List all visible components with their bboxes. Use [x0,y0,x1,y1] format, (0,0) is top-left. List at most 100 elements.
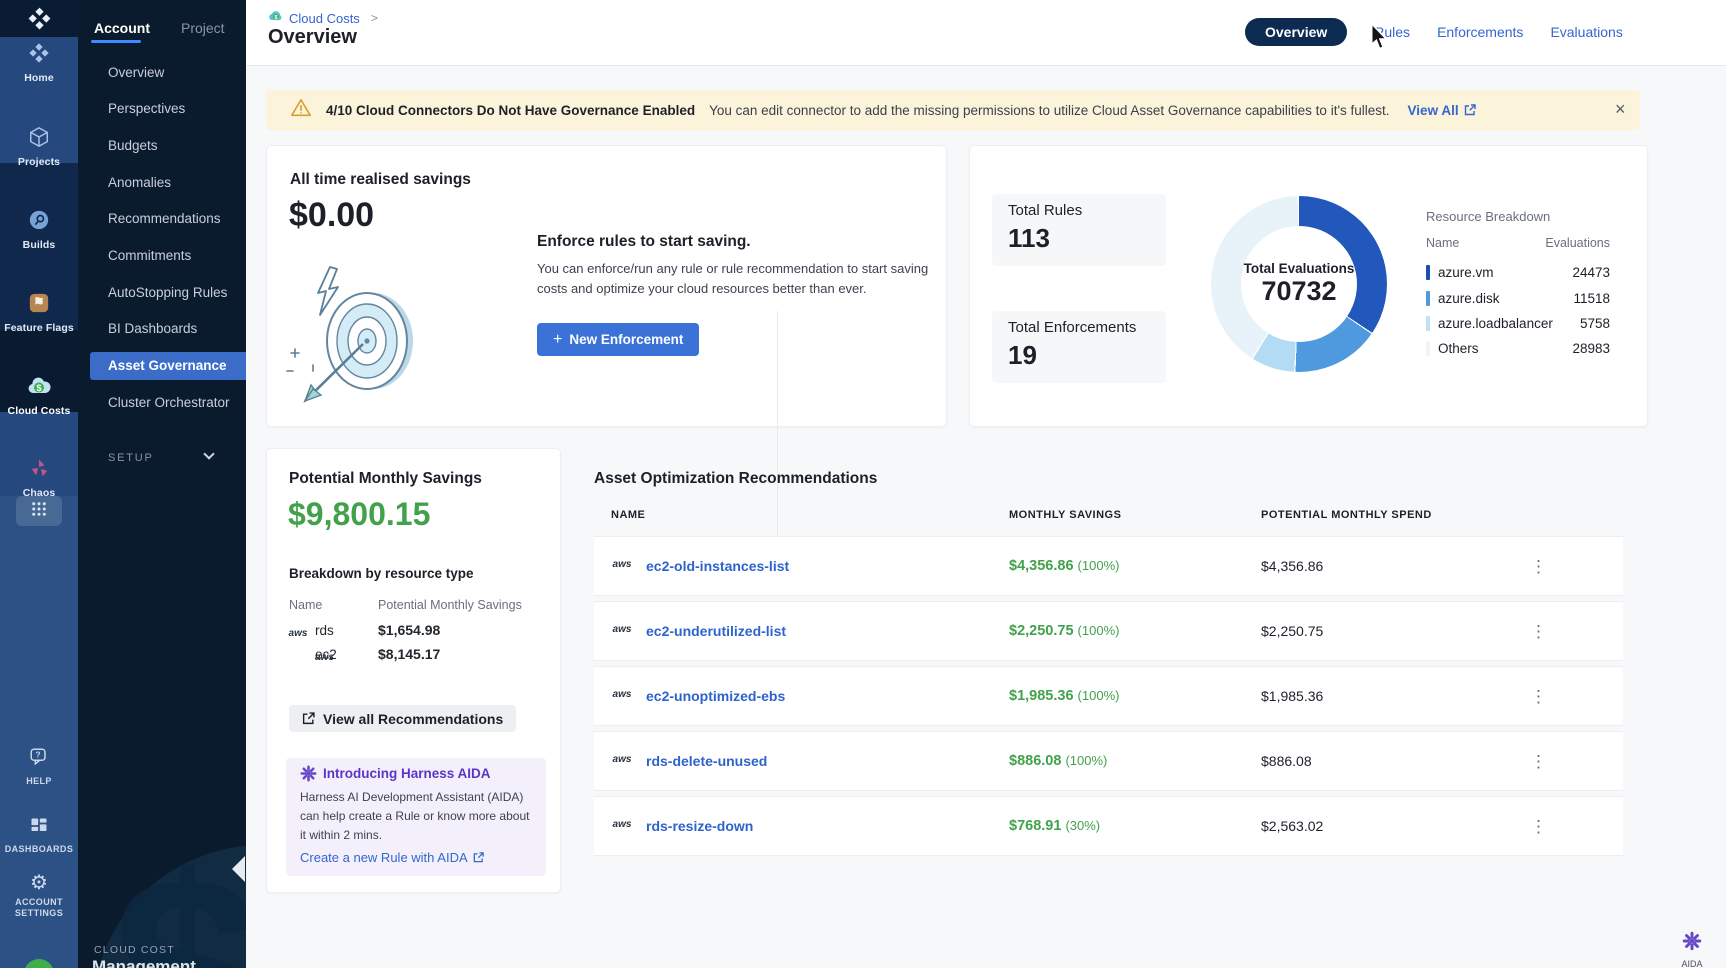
rail-item-help[interactable]: ? HELP [0,746,78,786]
external-link-icon [1464,104,1476,116]
sidebar-item-cluster-orchestrator[interactable]: Cluster Orchestrator [78,389,246,417]
sidebar-item-recommendations[interactable]: Recommendations [78,205,246,233]
tab-rules[interactable]: Rules [1374,24,1410,40]
recommendation-row[interactable]: aws rds-resize-down $768.91 (30%) $2,563… [594,796,1623,856]
breadcrumb-separator: > [371,11,378,25]
svg-text:$: $ [36,383,42,394]
aws-icon: aws [287,628,309,639]
gear-icon: ⚙ [0,873,78,893]
recommendation-row[interactable]: aws rds-delete-unused $886.08 (100%) $88… [594,731,1623,791]
recommendation-row[interactable]: aws ec2-underutilized-list $2,250.75 (10… [594,601,1623,661]
recommendation-savings-pct: (100%) [1078,688,1120,703]
sidebar-collapse-handle[interactable] [232,856,245,882]
donut-center-value: 70732 [1261,276,1336,307]
cta-title: Enforce rules to start saving. [537,233,751,251]
recommendation-row[interactable]: aws ec2-unoptimized-ebs $1,985.36 (100%)… [594,666,1623,726]
create-rule-with-aida-link[interactable]: Create a new Rule with AIDA [300,850,484,865]
recommendation-spend: $4,356.86 [1261,558,1323,574]
recommendation-name-link[interactable]: rds-resize-down [646,818,753,834]
rail-item-label: HELP [0,776,78,786]
sidebar-item-asset-governance[interactable]: Asset Governance [90,352,246,380]
recommendation-spend: $2,563.02 [1261,818,1323,834]
rail-item-home[interactable]: Home [0,42,78,84]
app-window: Home Projects Builds Feature Flags $ Clo… [0,0,1726,968]
banner-view-all-link[interactable]: View All [1408,103,1476,118]
banner-body: You can edit connector to add the missin… [709,103,1389,118]
rail-item-cloud-costs[interactable]: $ Cloud Costs [0,375,78,417]
breakdown-name: azure.vm [1438,265,1494,280]
tab-project[interactable]: Project [181,20,225,36]
close-icon[interactable]: × [1615,100,1626,118]
sidebar-item-budgets[interactable]: Budgets [78,132,246,160]
help-chat-icon: ? [28,755,50,772]
rail-item-builds[interactable]: Builds [0,209,78,251]
kebab-menu-icon[interactable]: ⋮ [1530,556,1547,578]
new-enforcement-button[interactable]: + New Enforcement [537,323,699,356]
breadcrumb: $ Cloud Costs > [268,9,378,27]
breakdown-row: azure.vm [1426,265,1494,280]
kebab-menu-icon[interactable]: ⋮ [1530,621,1547,643]
series-color-swatch [1426,291,1430,306]
builds-icon [28,218,50,235]
tab-account[interactable]: Account [94,20,150,36]
recommendation-name-link[interactable]: rds-delete-unused [646,753,767,769]
aws-icon: aws [611,624,633,635]
breakdown-name: azure.disk [1438,291,1500,306]
recommendation-row[interactable]: aws ec2-old-instances-list $4,356.86 (10… [594,536,1623,596]
aws-icon: aws [611,819,633,830]
sidebar-item-commitments[interactable]: Commitments [78,242,246,270]
resource-breakdown-title: Resource Breakdown [1426,209,1550,224]
tab-overview[interactable]: Overview [1245,18,1347,46]
kebab-menu-icon[interactable]: ⋮ [1530,751,1547,773]
sidebar-item-perspectives[interactable]: Perspectives [78,95,246,123]
breakdown-value: 24473 [1530,265,1610,280]
harness-logo-icon[interactable] [0,6,78,36]
recommendations-title: Asset Optimization Recommendations [594,470,877,488]
flag-icon [28,301,50,318]
recommendation-savings-pct: (30%) [1065,818,1100,833]
rail-item-chaos[interactable]: Chaos [0,457,78,499]
user-avatar[interactable]: AM [24,959,54,968]
recommendation-savings-pct: (100%) [1078,558,1120,573]
kebab-menu-icon[interactable]: ⋮ [1530,686,1547,708]
rail-item-feature-flags[interactable]: Feature Flags [0,292,78,334]
recommendation-name-link[interactable]: ec2-unoptimized-ebs [646,688,785,704]
aws-icon: aws [611,754,633,765]
new-enforcement-label: New Enforcement [569,332,683,347]
breakdown-row: Others [1426,341,1479,356]
module-picker-button[interactable] [16,496,62,526]
recommendation-savings: $4,356.86 [1009,558,1074,574]
card-divider [777,311,778,553]
sidebar-item-anomalies[interactable]: Anomalies [78,169,246,197]
total-rules-value: 113 [1008,223,1150,254]
realised-savings-card: All time realised savings $0.00 Enforce … [266,145,947,427]
rail-item-label: Feature Flags [0,322,78,334]
rail-item-account-settings[interactable]: ⚙ ACCOUNT SETTINGS [0,873,78,918]
col-header-spend: POTENTIAL MONTHLY SPEND [1261,509,1432,521]
sidebar-item-autostopping-rules[interactable]: AutoStopping Rules [78,279,246,307]
rail-item-dashboards[interactable]: DASHBOARDS [0,816,78,854]
sidebar-item-overview[interactable]: Overview [78,59,246,87]
tab-enforcements[interactable]: Enforcements [1437,24,1523,40]
recommendation-name-link[interactable]: ec2-old-instances-list [646,558,789,574]
cube-icon [28,135,50,152]
create-rule-with-aida-label: Create a new Rule with AIDA [300,850,468,865]
external-link-icon [302,712,315,725]
sidebar-item-bi-dashboards[interactable]: BI Dashboards [78,315,246,343]
kebab-menu-icon[interactable]: ⋮ [1530,816,1547,838]
recommendation-savings: $2,250.75 [1009,623,1074,639]
tab-evaluations[interactable]: Evaluations [1550,24,1622,40]
breadcrumb-cloud-costs-link[interactable]: Cloud Costs [289,11,360,26]
breakdown-row: azure.disk [1426,291,1500,306]
recommendation-spend: $1,985.36 [1261,688,1323,704]
resource-type-savings: $1,654.98 [378,622,440,638]
module-rail: Home Projects Builds Feature Flags $ Clo… [0,0,78,968]
aida-flower-icon [299,764,318,788]
col-header-savings: MONTHLY SAVINGS [1009,509,1121,521]
breakdown-value: 28983 [1530,341,1610,356]
setup-section-toggle[interactable]: SETUP [78,444,246,472]
rail-item-projects[interactable]: Projects [0,126,78,168]
aida-fab[interactable]: AIDA [1681,930,1703,968]
view-all-recommendations-button[interactable]: View all Recommendations [289,705,516,732]
recommendation-name-link[interactable]: ec2-underutilized-list [646,623,786,639]
